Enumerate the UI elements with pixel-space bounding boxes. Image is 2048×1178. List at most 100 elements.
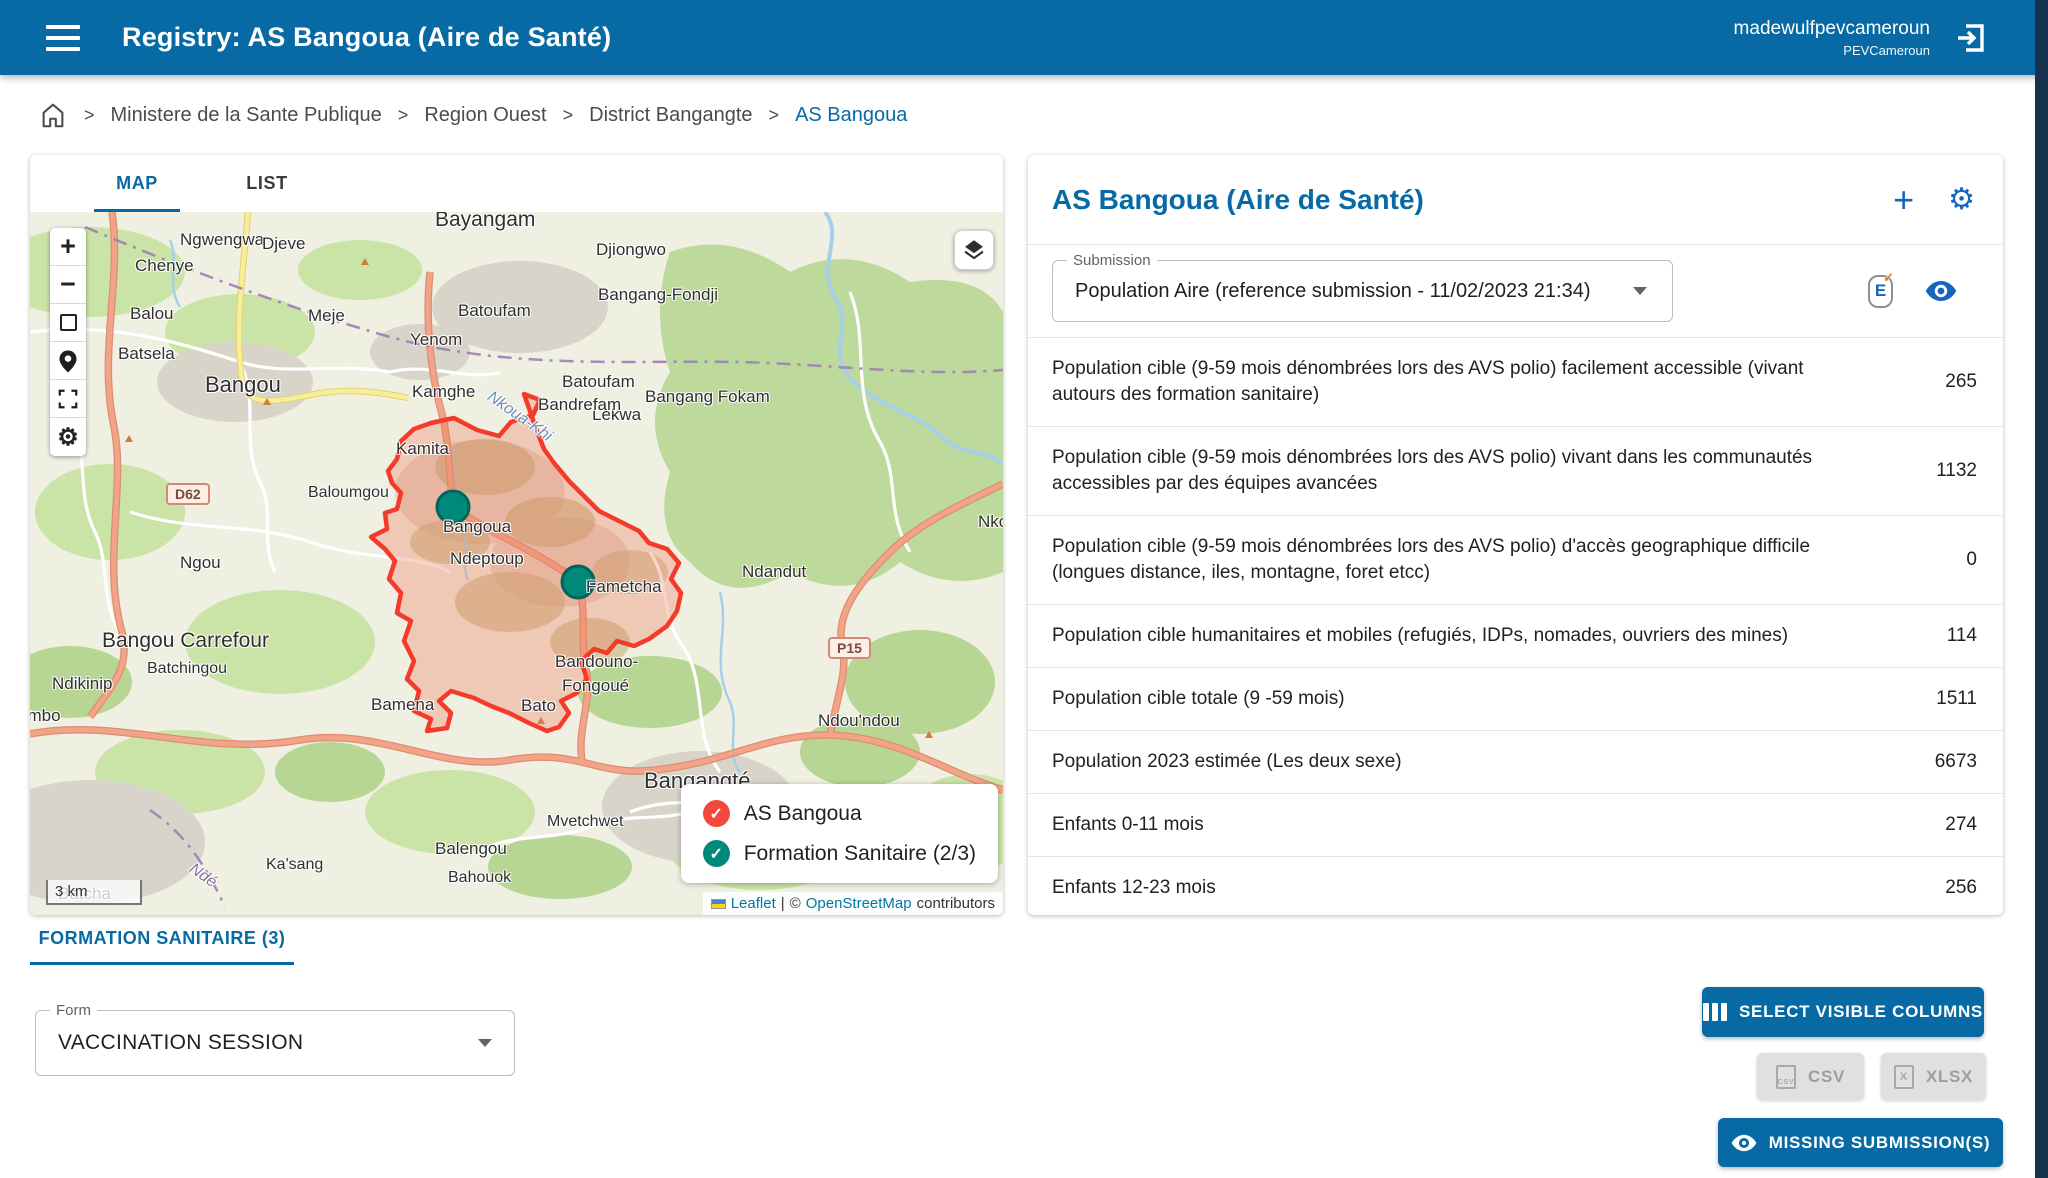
map-place-label: Yenom [410,330,462,350]
table-row: Population cible (9-59 mois dénombrées l… [1028,515,2003,604]
map-place-label: Baloumgou [308,484,389,502]
breadcrumb-item-current: AS Bangoua [795,104,907,127]
table-row: Enfants 12-23 mois 256 [1028,856,2003,915]
map-place-label: Bandrefam [538,395,621,415]
missing-submissions-label: MISSING SUBMISSION(S) [1769,1133,1991,1153]
check-circle-icon: ✓ [703,840,730,867]
table-row: Population cible humanitaires et mobiles… [1028,604,2003,667]
map-place-label: Bayangam [435,212,535,232]
tab-underline [30,962,294,965]
add-icon[interactable]: + [1893,185,1914,215]
breadcrumb-separator: > [84,105,95,126]
zoom-out-button[interactable]: − [50,266,86,304]
breadcrumb-separator: > [769,105,780,126]
location-pin-button[interactable] [50,342,86,380]
breadcrumb-item[interactable]: District Bangangte [589,104,752,127]
row-value: 114 [1947,625,1977,647]
osm-link[interactable]: OpenStreetMap [806,895,912,912]
tab-map[interactable]: MAP [72,155,202,212]
username: madewulfpevcameroun [1734,18,1930,40]
table-row: Population cible totale (9 -59 mois) 151… [1028,667,2003,730]
row-label: Population cible (9-59 mois dénombrées l… [1052,356,1862,408]
zoom-in-button[interactable]: + [50,228,86,266]
view-submission-eye-icon[interactable] [1925,280,1957,302]
map-place-label: Ka'sang [266,856,323,874]
map-place-label: Ndou'ndou [818,711,900,731]
map-canvas[interactable]: BayangamNgwengwaDjeveDjiongwoChenyeBanga… [30,212,1003,915]
logout-icon[interactable] [1952,20,1988,56]
breadcrumb-separator: > [398,105,409,126]
xlsx-label: XLSX [1926,1067,1973,1087]
settings-gear-icon[interactable]: ⚙ [1948,182,1975,217]
form-select-label: Form [50,1002,97,1019]
map-settings-button[interactable]: ⚙ [50,418,86,456]
table-row: Enfants 0-11 mois 274 [1028,793,2003,856]
enketo-edit-icon[interactable]: E✓ [1868,275,1893,308]
map-place-label: Chenye [135,256,194,276]
map-attribution: Leaflet | © OpenStreetMap contributors [703,892,1003,915]
map-place-label: Bahouok [448,869,511,887]
chevron-down-icon [478,1039,492,1047]
map-place-label: Bandouno- [555,652,638,672]
map-place-label: Batoufam [458,301,531,321]
tab-list[interactable]: LIST [202,155,332,212]
attribution-suffix: contributors [917,895,995,912]
user-block: madewulfpevcameroun PEVCameroun [1734,18,1930,58]
submission-select[interactable]: Submission Population Aire (reference su… [1052,260,1673,322]
draw-rectangle-button[interactable] [50,304,86,342]
row-value: 1511 [1936,688,1977,710]
detail-panel: AS Bangoua (Aire de Santé) + ⚙ Submissio… [1028,155,2003,915]
export-csv-button[interactable]: CSV CSV [1757,1053,1864,1100]
app-bar: Registry: AS Bangoua (Aire de Santé) mad… [0,0,2048,75]
map-place-label: Ndeptoup [450,549,524,569]
eye-icon [1731,1134,1757,1152]
submission-select-label: Submission [1067,252,1157,269]
select-visible-columns-button[interactable]: SELECT VISIBLE COLUMNS [1702,987,1984,1037]
map-place-label: Bangou [205,372,281,398]
account-name: PEVCameroun [1734,43,1930,58]
menu-icon[interactable] [46,25,80,51]
map-place-label: Bangang Fokam [645,387,770,407]
row-label: Population 2023 estimée (Les deux sexe) [1052,749,1862,775]
csv-label: CSV [1808,1067,1845,1087]
attribution-copyright: © [790,895,801,912]
form-select[interactable]: Form VACCINATION SESSION [35,1010,515,1076]
map-place-label: ambo [30,706,61,726]
map-list-tabs: MAP LIST [30,155,1003,212]
fullscreen-button[interactable] [50,380,86,418]
leaflet-link[interactable]: Leaflet [731,895,776,912]
breadcrumb-item[interactable]: Region Ouest [424,104,546,127]
road-badge: D62 [166,483,210,505]
tab-formation-sanitaire[interactable]: FORMATION SANITAIRE (3) [30,928,294,949]
map-place-label: Ndikinip [52,674,112,694]
map-place-label: Ndandut [742,562,806,582]
page-title: Registry: AS Bangoua (Aire de Santé) [122,22,611,53]
map-place-label: Batoufam [562,372,635,392]
home-icon[interactable] [38,100,68,130]
row-value: 0 [1966,549,1977,571]
pin-icon [55,347,81,375]
submission-select-value: Population Aire (reference submission - … [1075,280,1591,303]
map-place-label: Kamghe [412,382,475,402]
fullscreen-icon [57,388,79,410]
missing-submissions-button[interactable]: MISSING SUBMISSION(S) [1718,1118,2003,1167]
form-select-value: VACCINATION SESSION [58,1031,303,1055]
layers-control[interactable] [954,230,994,270]
enketo-check-icon: ✓ [1883,270,1894,286]
breadcrumb: > Ministere de la Sante Publique > Regio… [38,95,907,135]
select-visible-columns-label: SELECT VISIBLE COLUMNS [1739,1002,1983,1022]
breadcrumb-item[interactable]: Ministere de la Sante Publique [111,104,382,127]
detail-panel-title: AS Bangoua (Aire de Santé) [1052,184,1424,216]
map-place-label: Bato [521,696,556,716]
row-label: Enfants 0-11 mois [1052,812,1862,838]
table-row: Population cible (9-59 mois dénombrées l… [1028,426,2003,515]
map-scale: 3 km [46,880,142,905]
page-scrollbar[interactable] [2035,0,2048,1178]
row-label: Population cible (9-59 mois dénombrées l… [1052,534,1862,586]
map-legend: ✓ AS Bangoua ✓ Formation Sanitaire (2/3) [681,784,998,883]
row-label: Population cible totale (9 -59 mois) [1052,686,1862,712]
map-place-label: Fongoué [562,676,629,696]
map-place-label: Ngou [180,553,221,573]
export-xlsx-button[interactable]: X XLSX [1881,1053,1986,1100]
map-place-label: Bangang-Fondji [598,285,718,305]
